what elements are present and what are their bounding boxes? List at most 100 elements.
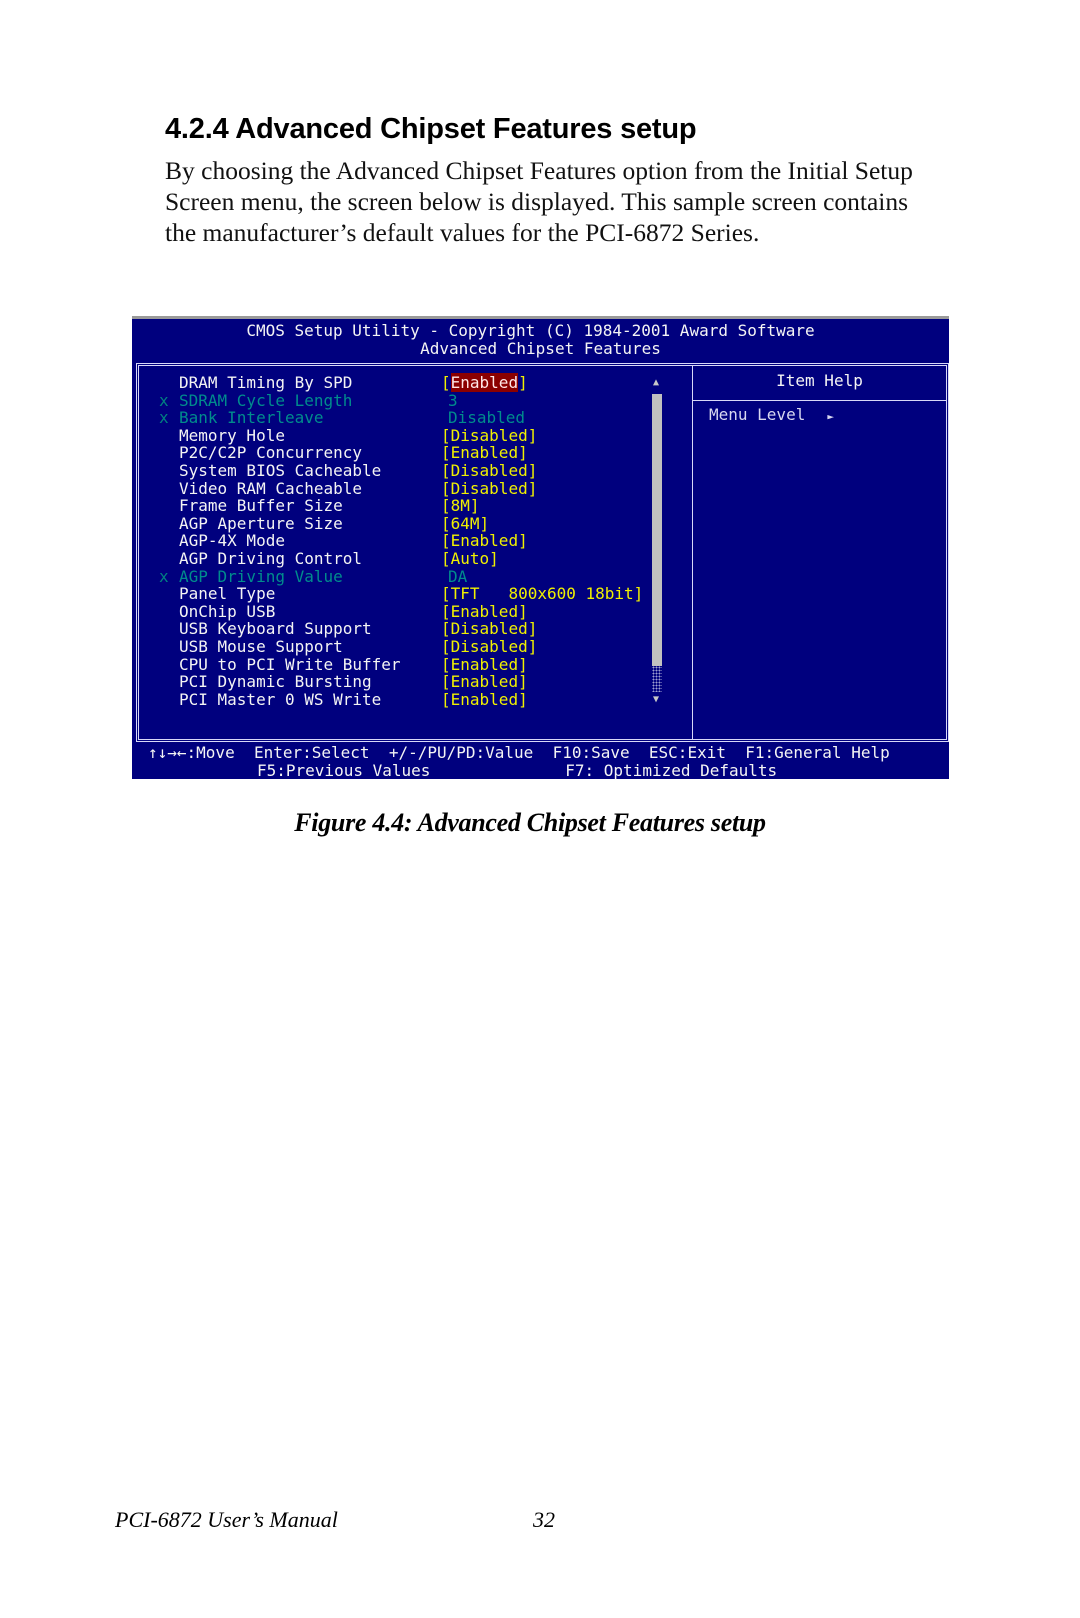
bracket-open: [ (441, 478, 451, 498)
value-text: TFT 800x600 18bit (450, 584, 634, 604)
value-text: Enabled (450, 672, 519, 692)
bracket-close: ] (518, 443, 528, 463)
bracket-close: ] (633, 584, 644, 604)
setting-row[interactable]: DRAM Timing By SPD [Enabled] (139, 373, 659, 392)
bracket-open: [ (441, 549, 451, 568)
scroll-down-icon[interactable]: ▼ (650, 694, 662, 706)
value-text: Auto (450, 549, 490, 568)
setting-label: AGP Driving Control (179, 549, 363, 568)
setting-value[interactable]: [Disabled] (441, 462, 537, 480)
settings-panel: DRAM Timing By SPD [Enabled] x SDRAM Cycle … (136, 363, 949, 742)
setting-value[interactable]: [Enabled] (441, 373, 528, 392)
scrollbar-track[interactable] (652, 666, 662, 692)
value-text: Disabled (450, 619, 528, 639)
setting-label: Bank Interleave (179, 408, 324, 428)
setting-value[interactable]: [Auto] (441, 550, 499, 568)
setting-label: PCI Master 0 WS Write (179, 689, 382, 709)
bracket-close: ] (527, 478, 538, 498)
setting-value[interactable]: [Disabled] (441, 620, 537, 638)
setting-value: DA (441, 567, 467, 586)
setting-value[interactable]: [Disabled] (441, 425, 537, 445)
value-text: Disabled (450, 478, 528, 498)
bracket-open: [ (441, 672, 451, 692)
menu-level-label: Menu Level (709, 405, 806, 424)
scrollbar-thumb[interactable] (652, 394, 662, 666)
setting-label: OnChip USB (179, 601, 276, 621)
setting-row[interactable]: CPU to PCI Write Buffer [Enabled] (139, 654, 659, 674)
setting-row[interactable]: USB Mouse Support [Disabled] (139, 638, 659, 656)
setting-value[interactable]: [Enabled] (441, 532, 528, 550)
body-line: Screen menu, the screen below is display… (165, 187, 909, 216)
setting-row[interactable]: AGP Driving Control [Auto] (139, 550, 659, 568)
setting-row[interactable]: Memory Hole [Disabled] (139, 425, 659, 445)
key-help-line-1: ↑↓→←:Move Enter:Select +/-/PU/PD:Value F… (148, 743, 890, 762)
setting-label: SDRAM Cycle Length (179, 390, 353, 410)
value-text: Disabled (450, 425, 528, 445)
setting-label: PCI Dynamic Bursting (179, 672, 372, 692)
bracket-close: ] (527, 619, 538, 639)
setting-label: AGP Driving Value (179, 566, 343, 586)
setting-row: x Bank Interleave Disabled (139, 409, 659, 427)
bracket-open: [ (441, 637, 451, 656)
setting-row[interactable]: PCI Master 0 WS Write [Enabled] (139, 689, 659, 709)
setting-value[interactable]: [8M] (441, 497, 480, 515)
footer-manual-title: PCI-6872 User’s Manual (115, 1507, 338, 1532)
value-text: Enabled (450, 373, 519, 392)
bracket-open: [ (441, 496, 451, 516)
setting-row: x AGP Driving Value DA (139, 566, 659, 586)
panel-divider (692, 366, 693, 739)
setting-value: Disabled (441, 409, 525, 427)
setting-row[interactable]: PCI Dynamic Bursting [Enabled] (139, 673, 659, 691)
value-text: Enabled (450, 654, 519, 674)
setting-label: Memory Hole (179, 425, 285, 445)
bracket-close: ] (518, 689, 528, 709)
setting-value[interactable]: [Disabled] (441, 478, 538, 498)
bracket-close: ] (518, 531, 528, 551)
body-line: the manufacturer’s default values for th… (165, 218, 760, 247)
setting-label: P2C/C2P Concurrency (179, 443, 363, 463)
body-paragraph: By choosing the Advanced Chipset Feature… (165, 155, 965, 248)
setting-row[interactable]: Video RAM Cacheable [Disabled] (139, 478, 659, 498)
bracket-open: [ (441, 619, 451, 639)
setting-label: USB Keyboard Support (179, 619, 372, 639)
menu-level-arrow-icon: ► (827, 410, 834, 423)
bios-subtitle: Advanced Chipset Features (420, 339, 661, 358)
bracket-open: [ (441, 601, 451, 621)
value-text: Enabled (450, 443, 519, 463)
value-text: Disabled (450, 461, 528, 480)
setting-value[interactable]: [Enabled] (441, 444, 528, 462)
bracket-open: [ (441, 531, 451, 551)
setting-value[interactable]: [Enabled] (441, 689, 528, 709)
body-line: By choosing the Advanced Chipset Feature… (165, 156, 913, 185)
setting-value[interactable]: [Enabled] (441, 601, 528, 621)
setting-label: AGP-4X Mode (179, 531, 285, 551)
setting-row[interactable]: OnChip USB [Enabled] (139, 601, 659, 621)
setting-label: Panel Type (179, 584, 276, 604)
bracket-open: [ (441, 584, 451, 604)
locked-mark: x (159, 390, 169, 410)
setting-row[interactable]: AGP Aperture Size [64M] (139, 513, 659, 533)
setting-row[interactable]: USB Keyboard Support [Disabled] (139, 620, 659, 638)
scroll-up-icon[interactable]: ▲ (650, 377, 662, 389)
setting-value[interactable]: [TFT 800x600 18bit] (441, 585, 643, 603)
item-help-title: Item Help (776, 371, 863, 390)
bios-screenshot: CMOS Setup Utility - Copyright (C) 1984-… (132, 316, 949, 780)
setting-row[interactable]: AGP-4X Mode [Enabled] (139, 532, 659, 550)
setting-row[interactable]: System BIOS Cacheable [Disabled] (139, 462, 659, 480)
value-text: Enabled (450, 689, 519, 709)
locked-mark: x (159, 408, 169, 428)
bracket-open: [ (441, 373, 451, 392)
setting-label: CPU to PCI Write Buffer (179, 654, 401, 674)
setting-row[interactable]: Panel Type [TFT 800x600 18bit] (139, 585, 659, 603)
setting-value[interactable]: [Disabled] (441, 638, 537, 656)
value-text: 64M (450, 513, 480, 533)
key-help-line-2: F5:Previous Values F7: Optimized Default… (257, 761, 778, 780)
setting-value[interactable]: [Enabled] (441, 654, 528, 674)
setting-row[interactable]: P2C/C2P Concurrency [Enabled] (139, 444, 659, 462)
setting-label: Video RAM Cacheable (179, 478, 363, 498)
bracket-close: ] (527, 461, 538, 480)
setting-value[interactable]: [64M] (441, 513, 489, 533)
setting-row[interactable]: Frame Buffer Size [8M] (139, 497, 659, 515)
setting-value[interactable]: [Enabled] (441, 673, 528, 691)
value-text: 3 (448, 390, 458, 410)
